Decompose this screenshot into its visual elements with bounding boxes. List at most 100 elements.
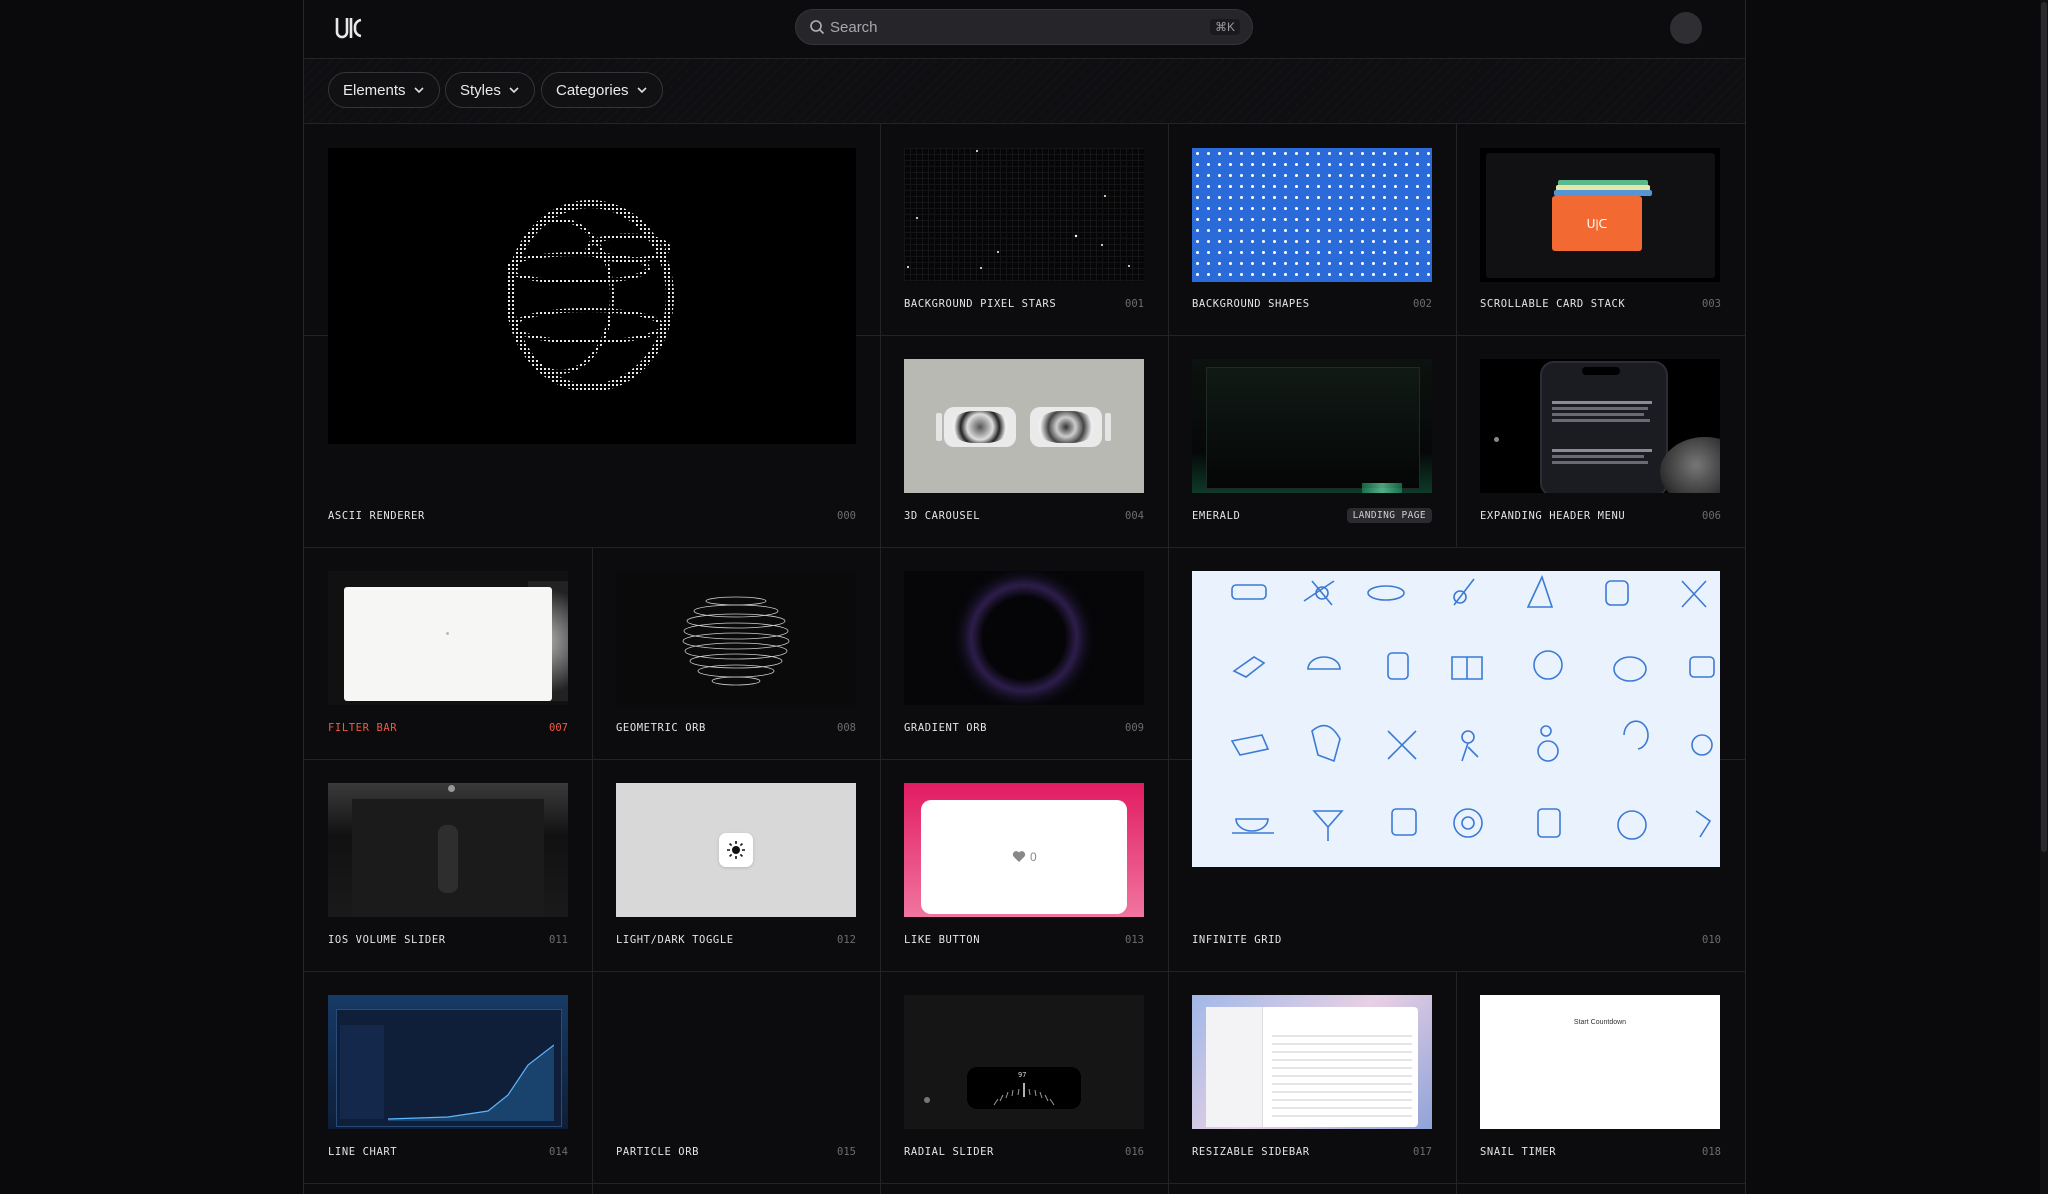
card-title: RADIAL SLIDER [904,1146,994,1158]
card-ascii-renderer[interactable]: ASCII RENDERER 000 [304,124,880,547]
snail-start-label: Start Countdown [1573,1019,1627,1026]
card-ios-volume-slider[interactable]: IOS VOLUME SLIDER 011 [304,759,592,971]
card-number: 011 [549,934,568,946]
card-title: SNAIL TIMER [1480,1146,1557,1158]
card-thumbnail [1480,359,1720,493]
card-number: 018 [1702,1146,1721,1158]
card-number: 015 [837,1146,856,1158]
card-particle-orb[interactable]: PARTICLE ORB 015 [592,971,880,1183]
card-number: 007 [549,722,568,734]
card-line-chart[interactable]: LINE CHART 014 [304,971,592,1183]
card-title: LIKE BUTTON [904,934,981,946]
card-title: FILTER BAR [328,722,398,734]
stars-graphic [907,150,1130,269]
filter-elements-button[interactable]: Elements [328,72,440,108]
top-bar: Search ⌘K [304,0,1745,59]
card-number: 009 [1125,722,1144,734]
card-thumbnail [616,571,856,705]
card-number: 003 [1702,298,1721,310]
card-snail-timer[interactable]: Start Countdown SNAIL TIMER 018 [1456,971,1745,1183]
heart-icon [1012,851,1026,862]
filter-label: Elements [343,81,406,99]
chart-line-graphic [388,1044,554,1121]
card-thumbnail [1192,148,1432,282]
card-title: EXPANDING HEADER MENU [1480,510,1626,522]
card-thumbnail: 97 [904,995,1144,1129]
card-title: INFINITE GRID [1192,934,1282,946]
card-title: ASCII RENDERER [328,510,425,522]
card-number: 010 [1702,934,1721,946]
card-title: LINE CHART [328,1146,398,1158]
ascii-sphere-graphic [506,200,674,392]
card-number: 002 [1413,298,1432,310]
card-number: 004 [1125,510,1144,522]
card-thumbnail [616,995,856,1129]
sun-icon [727,841,745,859]
card-title: GEOMETRIC ORB [616,722,706,734]
chevron-down-icon [509,87,519,94]
card-thumbnail [904,359,1144,493]
logo-icon[interactable] [334,14,364,42]
card-3d-carousel[interactable]: 3D CAROUSEL 004 [880,335,1168,547]
chevron-down-icon [413,87,424,94]
card-light-dark-toggle[interactable]: LIGHT/DARK TOGGLE 012 [592,759,880,971]
logo-icon: ᑌ|ᑕ [1552,196,1642,251]
card-number: 016 [1125,1146,1144,1158]
card-expanding-header-menu[interactable]: EXPANDING HEADER MENU 006 [1456,335,1745,547]
wire-orb-graphic [682,596,790,686]
grid-divider [304,1183,1745,1184]
search-input[interactable]: Search ⌘K [795,9,1253,45]
card-number: 013 [1125,934,1144,946]
page-frame: Search ⌘K Elements Styles Categories ASC… [303,0,1746,1194]
card-like-button[interactable]: 0 LIKE BUTTON 013 [880,759,1168,971]
card-infinite-grid[interactable]: INFINITE GRID 010 [1168,547,1745,971]
card-number: 008 [837,722,856,734]
card-thumbnail [328,783,568,917]
card-title: LIGHT/DARK TOGGLE [616,934,734,946]
chevron-down-icon [636,87,647,94]
component-grid: ASCII RENDERER 000 BACKGROUND PIXEL STAR… [304,124,1745,1194]
radial-value: 97 [1018,1071,1027,1079]
card-title: SCROLLABLE CARD STACK [1480,298,1626,310]
card-thumbnail: Start Countdown [1480,995,1720,1129]
card-radial-slider[interactable]: 97 RADIAL SLIDER 016 [880,971,1168,1183]
card-number: 006 [1702,510,1721,522]
scrollbar-thumb[interactable] [2041,2,2047,852]
card-scrollable-card-stack[interactable]: ᑌ|ᑕ SCROLLABLE CARD STACK 003 [1456,124,1745,335]
filter-bar: Elements Styles Categories [304,59,1745,124]
filter-label: Categories [556,81,629,99]
card-geometric-orb[interactable]: GEOMETRIC ORB 008 [592,547,880,759]
card-background-shapes[interactable]: BACKGROUND SHAPES 002 [1168,124,1456,335]
card-number: 001 [1125,298,1144,310]
search-icon [810,20,825,35]
page-scrollbar[interactable] [2040,0,2048,1194]
card-title: RESIZABLE SIDEBAR [1192,1146,1310,1158]
card-title: PARTICLE ORB [616,1146,700,1158]
card-thumbnail [616,783,856,917]
card-thumbnail [1192,571,1720,867]
search-placeholder: Search [830,19,878,36]
card-title: GRADIENT ORB [904,722,988,734]
card-title: BACKGROUND SHAPES [1192,298,1310,310]
card-thumbnail [328,148,856,444]
doodle-icons-graphic [1230,574,1715,841]
filter-styles-button[interactable]: Styles [445,72,535,108]
card-title: BACKGROUND PIXEL STARS [904,298,1057,310]
card-resizable-sidebar[interactable]: RESIZABLE SIDEBAR 017 [1168,971,1456,1183]
card-background-pixel-stars[interactable]: BACKGROUND PIXEL STARS 001 [880,124,1168,335]
card-thumbnail [904,571,1144,705]
filter-label: Styles [460,81,501,99]
card-title: IOS VOLUME SLIDER [328,934,446,946]
filter-categories-button[interactable]: Categories [541,72,663,108]
card-title: EMERALD [1192,510,1241,522]
search-shortcut: ⌘K [1209,19,1240,35]
card-filter-bar[interactable]: FILTER BAR 007 [304,547,592,759]
card-gradient-orb[interactable]: GRADIENT ORB 009 [880,547,1168,759]
card-emerald[interactable]: EMERALD LANDING PAGE [1168,335,1456,547]
avatar[interactable] [1670,12,1702,44]
card-number: 000 [837,510,856,522]
card-thumbnail [328,571,568,705]
card-title: 3D CAROUSEL [904,510,981,522]
card-thumbnail [1192,359,1432,493]
like-count: 0 [1030,850,1037,864]
